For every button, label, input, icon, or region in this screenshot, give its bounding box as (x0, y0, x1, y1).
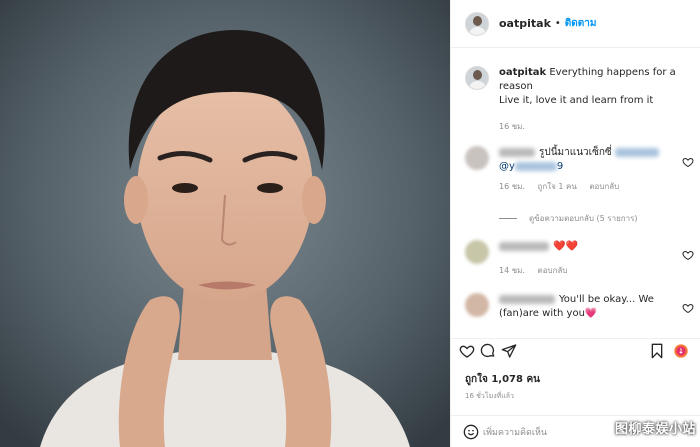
reply-button[interactable]: ตอบกลับ (538, 266, 568, 275)
mention-blurred[interactable] (614, 147, 659, 157)
like-count[interactable]: ถูกใจ 1,078 คน (465, 372, 540, 387)
comment-username-blurred[interactable] (499, 147, 535, 157)
comment-item: ❤️❤️ 14 ชม. ตอบกลับ (465, 240, 691, 278)
post-header: oatpitak • ติดตาม (451, 0, 700, 48)
comment-likes[interactable]: ถูกใจ 1 คน (538, 182, 577, 191)
comment-text: ❤️❤️ (553, 241, 578, 252)
comment-avatar[interactable] (465, 146, 489, 170)
comment-username-blurred[interactable] (499, 241, 549, 251)
heart-icon[interactable] (459, 343, 475, 359)
post-photo[interactable] (0, 0, 450, 447)
comment-username-blurred[interactable] (499, 294, 555, 304)
comment-avatar[interactable] (465, 240, 489, 264)
bookmark-icon[interactable] (649, 343, 665, 359)
svg-text:↓: ↓ (678, 347, 684, 356)
comment-item: You'll be okay... We (fan)are with you💗 (465, 293, 691, 321)
action-bar: ↓ (451, 338, 700, 360)
mention-blurred-2[interactable] (514, 161, 557, 171)
comment-heart-icon[interactable] (682, 156, 694, 168)
watermark-text: 图柳泰娱小站 (614, 422, 696, 437)
comment-text: รูปนี้มาแนวเซ็กซี่ (539, 147, 612, 158)
caption-time[interactable]: 16 ชม. (499, 120, 691, 134)
post-side-panel: oatpitak • ติดตาม oatpitak Everything ha… (450, 0, 700, 447)
emoji-icon[interactable] (463, 424, 479, 440)
portrait-image (0, 0, 450, 447)
comment-heart-icon[interactable] (682, 249, 694, 261)
comment-heart-icon[interactable] (682, 302, 694, 314)
caption-line2: Live it, love it and learn from it (499, 95, 654, 106)
view-replies-label[interactable]: ดูข้อความตอบกลับ (5 รายการ) (529, 212, 638, 225)
header-separator: • (554, 18, 561, 29)
post-timestamp[interactable]: 16 ชั่วโมงที่แล้ว (465, 391, 514, 402)
header-avatar[interactable] (465, 11, 489, 36)
share-icon[interactable] (501, 343, 517, 359)
follow-button[interactable]: ติดตาม (565, 16, 597, 31)
post-caption: oatpitak Everything happens for a reason… (465, 66, 691, 134)
mention-prefix[interactable]: @y (499, 161, 515, 172)
bonus-badge-icon[interactable]: ↓ (673, 343, 689, 359)
add-comment-input[interactable]: เพิ่มความคิดเห็น (483, 425, 547, 439)
mention-suffix[interactable]: 9 (557, 161, 563, 172)
caption-avatar[interactable] (465, 66, 489, 90)
comment-time[interactable]: 16 ชม. (499, 182, 525, 191)
header-username[interactable]: oatpitak (499, 17, 551, 30)
caption-username[interactable]: oatpitak (499, 67, 546, 78)
reply-button[interactable]: ตอบกลับ (589, 182, 619, 191)
comment-item: รูปนี้มาแนวเซ็กซี่ @y 9 16 ชม. ถูกใจ 1 คน… (465, 146, 691, 194)
comment-time[interactable]: 14 ชม. (499, 266, 525, 275)
comment-avatar[interactable] (465, 293, 489, 317)
view-replies[interactable]: ดูข้อความตอบกลับ (5 รายการ) (499, 212, 638, 225)
comment-icon[interactable] (480, 343, 496, 359)
